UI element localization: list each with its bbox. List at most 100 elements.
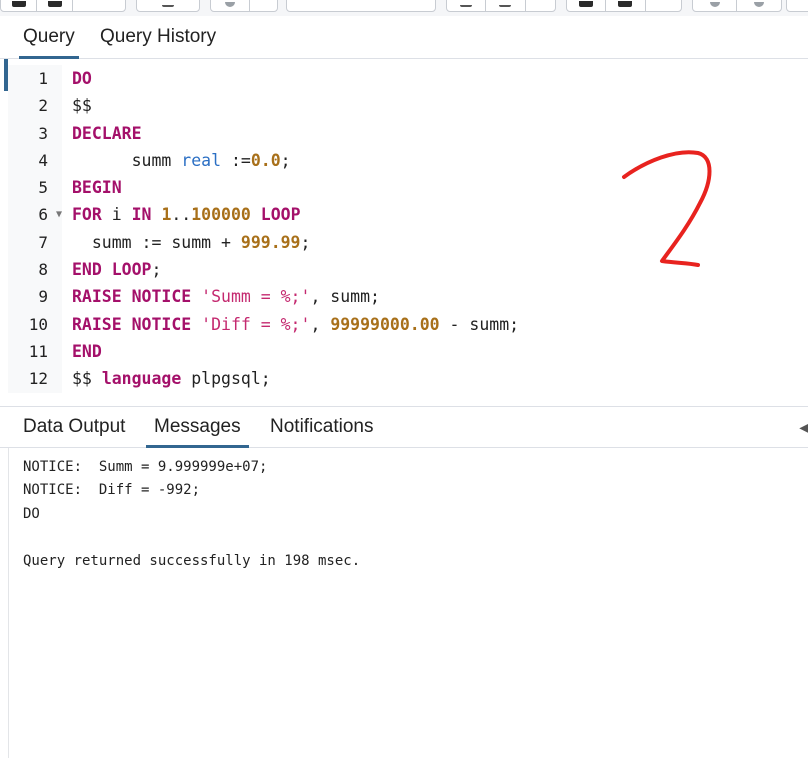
- code-token: 100000: [191, 205, 251, 225]
- message-line: DO: [23, 506, 40, 522]
- code-token: ;: [300, 232, 311, 252]
- save-dropdown-button[interactable]: [73, 0, 125, 11]
- code-token: LOOP: [260, 205, 301, 225]
- explain-button[interactable]: [567, 0, 607, 11]
- code-token: RAISE: [72, 314, 122, 334]
- code-line[interactable]: $$ language plpgsql;: [72, 365, 802, 392]
- panel-border: [8, 448, 9, 758]
- open-file-button[interactable]: [1, 0, 37, 11]
- code-token: 99999000.00: [330, 314, 440, 334]
- line-number: 11: [28, 341, 48, 361]
- explain-icon: [579, 1, 594, 7]
- tab-data-output[interactable]: Data Output: [23, 407, 125, 447]
- commit-button[interactable]: [693, 0, 738, 11]
- code-token: $$: [72, 96, 92, 116]
- limit-select[interactable]: [286, 0, 436, 12]
- tab-messages[interactable]: Messages: [146, 407, 249, 448]
- line-number-gutter: 1 2 3 4 5 6 ▼ 7 8 9 10 11 12: [8, 65, 62, 393]
- fold-arrow-icon[interactable]: ▼: [56, 201, 62, 228]
- code-token: , summ;: [310, 287, 380, 307]
- code-token: real: [181, 150, 222, 170]
- tab-notifications[interactable]: Notifications: [270, 407, 374, 447]
- edit-button-group: [136, 0, 200, 12]
- code-line[interactable]: DO: [72, 65, 802, 92]
- edit-button[interactable]: [137, 0, 199, 11]
- code-token: ;: [280, 150, 291, 170]
- code-line[interactable]: RAISE NOTICE 'Summ = %;', summ;: [72, 283, 802, 310]
- execute-button-group: [446, 0, 556, 12]
- line-number: 2: [38, 96, 48, 116]
- code-token: 'Diff = %;': [201, 314, 311, 334]
- code-token: ,: [310, 314, 331, 334]
- code-token: plpgsql;: [181, 369, 271, 389]
- code-token: 'Summ = %;': [201, 287, 311, 307]
- execute-dropdown-button[interactable]: [526, 0, 555, 11]
- filter-dropdown-button[interactable]: [250, 0, 277, 11]
- line-number: 6 ▼: [8, 201, 62, 228]
- tab-query-history[interactable]: Query History: [100, 16, 216, 58]
- code-token: END: [72, 260, 102, 280]
- line-number: 8: [38, 260, 48, 280]
- transaction-button-group: [692, 0, 782, 12]
- rollback-button[interactable]: [737, 0, 781, 11]
- code-token: BEGIN: [72, 178, 122, 198]
- explain-analyze-icon: [618, 1, 633, 7]
- line-number: 1: [38, 69, 48, 88]
- code-token: language: [101, 369, 182, 389]
- play-icon: [499, 5, 512, 7]
- collapse-arrow-icon[interactable]: ◀: [799, 419, 808, 436]
- handwritten-number-annotation: [622, 150, 712, 267]
- code-token: summ: [72, 150, 182, 170]
- code-line[interactable]: $$: [72, 92, 802, 119]
- code-token: DO: [72, 69, 92, 88]
- stop-icon: [460, 5, 473, 7]
- code-token: 1: [161, 205, 172, 225]
- code-token: 999.99: [240, 232, 301, 252]
- filter-button[interactable]: [211, 0, 250, 11]
- toolbar: [0, 0, 808, 16]
- line-number: 3: [38, 123, 48, 143]
- more-button-group: [786, 0, 808, 12]
- code-token: DECLARE: [72, 123, 142, 143]
- code-token: NOTICE: [131, 287, 192, 307]
- commit-icon: [709, 2, 720, 7]
- tab-query[interactable]: Query: [19, 16, 79, 59]
- code-token: END: [72, 341, 102, 361]
- code-token: :=: [221, 150, 251, 170]
- result-tabs: Data Output Messages Notifications ◀: [0, 406, 808, 448]
- pencil-icon: [162, 5, 174, 7]
- save-file-button[interactable]: [37, 0, 73, 11]
- more-button[interactable]: [787, 0, 808, 11]
- explain-analyze-button[interactable]: [606, 0, 646, 11]
- code-token: ;: [151, 260, 162, 280]
- execute-button[interactable]: [486, 0, 526, 11]
- message-status: Query returned successfully in 198 msec.: [23, 553, 361, 569]
- explain-dropdown-button[interactable]: [646, 0, 681, 11]
- code-line[interactable]: RAISE NOTICE 'Diff = %;', 99999000.00 - …: [72, 311, 802, 338]
- code-line[interactable]: END: [72, 338, 802, 365]
- code-token: i: [101, 205, 132, 225]
- message-line: NOTICE: Diff = -992;: [23, 482, 201, 498]
- code-token: RAISE: [72, 287, 122, 307]
- explain-button-group: [566, 0, 682, 12]
- code-token: IN: [131, 205, 152, 225]
- rollback-icon: [754, 2, 764, 7]
- file-button-group: [0, 0, 126, 12]
- code-line[interactable]: DECLARE: [72, 120, 802, 147]
- code-token: FOR: [72, 205, 102, 225]
- line-number: 9: [38, 287, 48, 307]
- line-number: 4: [38, 150, 48, 170]
- sql-editor[interactable]: 1 2 3 4 5 6 ▼ 7 8 9 10 11 12 DO $$ DECLARE summ real :…: [0, 59, 808, 405]
- code-token: NOTICE: [131, 314, 192, 334]
- stop-button[interactable]: [447, 0, 487, 11]
- save-icon: [47, 1, 62, 7]
- code-token: ..: [171, 205, 192, 225]
- folder-icon: [11, 1, 26, 7]
- line-number: 7: [38, 232, 48, 252]
